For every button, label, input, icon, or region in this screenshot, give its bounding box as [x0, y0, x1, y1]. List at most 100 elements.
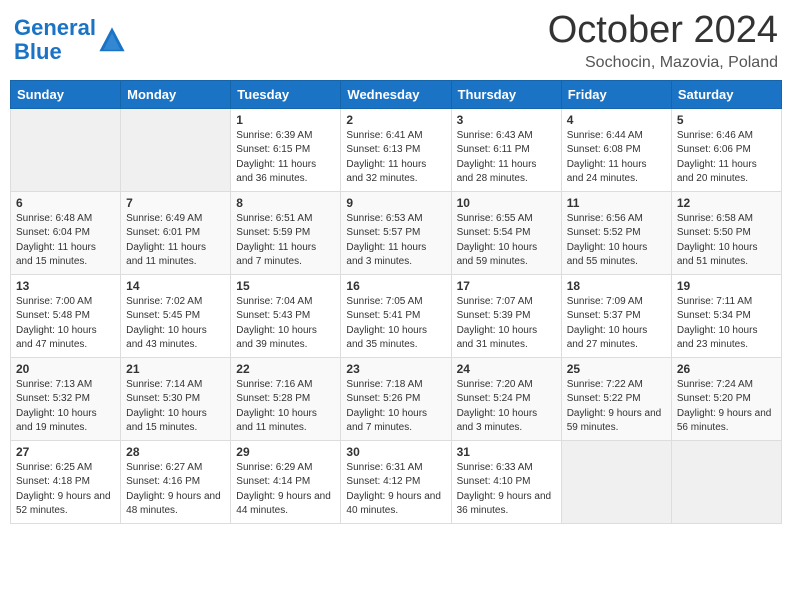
- calendar-cell: 12 Sunrise: 6:58 AMSunset: 5:50 PMDayligh…: [671, 191, 781, 274]
- day-number: 29: [236, 445, 335, 459]
- calendar-header-tuesday: Tuesday: [231, 80, 341, 108]
- calendar-cell: 20 Sunrise: 7:13 AMSunset: 5:32 PMDayligh…: [11, 357, 121, 440]
- day-info: Sunrise: 7:02 AMSunset: 5:45 PMDaylight:…: [126, 295, 225, 353]
- calendar-cell: 21Sunrise: 7:14 AMSunset: 5:30 PMDayligh…: [121, 357, 231, 440]
- calendar-cell: 23 Sunrise: 7:18 AMSunset: 5:26 PMDayligh…: [341, 357, 451, 440]
- calendar-cell: 19 Sunrise: 7:11 AMSunset: 5:34 PMDayligh…: [671, 274, 781, 357]
- day-number: 20: [16, 362, 115, 376]
- calendar-cell: 29 Sunrise: 6:29 AMSunset: 4:14 PMDayligh…: [231, 440, 341, 523]
- logo-text: GeneralBlue: [14, 16, 96, 64]
- day-info: Sunrise: 7:09 AMSunset: 5:37 PMDaylight:…: [567, 295, 666, 353]
- day-info: Sunrise: 6:43 AMSunset: 6:11 PMDaylight:…: [457, 129, 556, 187]
- day-info: Sunrise: 6:56 AMSunset: 5:52 PMDaylight:…: [567, 212, 666, 270]
- calendar-header-wednesday: Wednesday: [341, 80, 451, 108]
- day-info: Sunrise: 6:48 AMSunset: 6:04 PMDaylight:…: [16, 212, 115, 270]
- day-number: 14: [126, 279, 225, 293]
- calendar-week-row: 13Sunrise: 7:00 AMSunset: 5:48 PMDayligh…: [11, 274, 782, 357]
- calendar-cell: [121, 108, 231, 191]
- calendar-header-saturday: Saturday: [671, 80, 781, 108]
- day-info: Sunrise: 6:49 AMSunset: 6:01 PMDaylight:…: [126, 212, 225, 270]
- calendar-cell: 30Sunrise: 6:31 AMSunset: 4:12 PMDayligh…: [341, 440, 451, 523]
- day-info: Sunrise: 6:53 AMSunset: 5:57 PMDaylight:…: [346, 212, 445, 270]
- day-info: Sunrise: 6:27 AMSunset: 4:16 PMDaylight:…: [126, 461, 225, 519]
- calendar-cell: 8 Sunrise: 6:51 AMSunset: 5:59 PMDaylight…: [231, 191, 341, 274]
- calendar-header-thursday: Thursday: [451, 80, 561, 108]
- day-number: 6: [16, 196, 115, 210]
- day-info: Sunrise: 7:11 AMSunset: 5:34 PMDaylight:…: [677, 295, 776, 353]
- day-number: 17: [457, 279, 556, 293]
- calendar-cell: 26 Sunrise: 7:24 AMSunset: 5:20 PMDayligh…: [671, 357, 781, 440]
- title-block: October 2024 Sochocin, Mazovia, Poland: [548, 10, 778, 72]
- day-number: 7: [126, 196, 225, 210]
- day-number: 4: [567, 113, 666, 127]
- day-number: 19: [677, 279, 776, 293]
- day-number: 3: [457, 113, 556, 127]
- day-info: Sunrise: 6:39 AMSunset: 6:15 PMDaylight:…: [236, 129, 335, 187]
- day-number: 22: [236, 362, 335, 376]
- day-number: 8: [236, 196, 335, 210]
- calendar-cell: 28 Sunrise: 6:27 AMSunset: 4:16 PMDayligh…: [121, 440, 231, 523]
- day-number: 11: [567, 196, 666, 210]
- day-number: 5: [677, 113, 776, 127]
- calendar-cell: 22Sunrise: 7:16 AMSunset: 5:28 PMDayligh…: [231, 357, 341, 440]
- calendar-cell: [561, 440, 671, 523]
- day-number: 25: [567, 362, 666, 376]
- day-info: Sunrise: 6:58 AMSunset: 5:50 PMDaylight:…: [677, 212, 776, 270]
- calendar-cell: 16Sunrise: 7:05 AMSunset: 5:41 PMDayligh…: [341, 274, 451, 357]
- day-info: Sunrise: 7:20 AMSunset: 5:24 PMDaylight:…: [457, 378, 556, 436]
- calendar-cell: [11, 108, 121, 191]
- day-info: Sunrise: 7:24 AMSunset: 5:20 PMDaylight:…: [677, 378, 776, 436]
- calendar-header-sunday: Sunday: [11, 80, 121, 108]
- month-title: October 2024: [548, 10, 778, 52]
- calendar-cell: 11 Sunrise: 6:56 AMSunset: 5:52 PMDayligh…: [561, 191, 671, 274]
- calendar-cell: 4Sunrise: 6:44 AMSunset: 6:08 PMDaylight…: [561, 108, 671, 191]
- calendar-cell: [671, 440, 781, 523]
- calendar-cell: 18Sunrise: 7:09 AMSunset: 5:37 PMDayligh…: [561, 274, 671, 357]
- calendar-cell: 9Sunrise: 6:53 AMSunset: 5:57 PMDaylight…: [341, 191, 451, 274]
- day-number: 28: [126, 445, 225, 459]
- calendar-cell: 15Sunrise: 7:04 AMSunset: 5:43 PMDayligh…: [231, 274, 341, 357]
- day-number: 30: [346, 445, 445, 459]
- day-number: 16: [346, 279, 445, 293]
- calendar-cell: 2 Sunrise: 6:41 AMSunset: 6:13 PMDaylight…: [341, 108, 451, 191]
- day-info: Sunrise: 7:04 AMSunset: 5:43 PMDaylight:…: [236, 295, 335, 353]
- calendar-cell: 31 Sunrise: 6:33 AMSunset: 4:10 PMDayligh…: [451, 440, 561, 523]
- calendar-cell: 6 Sunrise: 6:48 AMSunset: 6:04 PMDaylight…: [11, 191, 121, 274]
- calendar-cell: 24 Sunrise: 7:20 AMSunset: 5:24 PMDayligh…: [451, 357, 561, 440]
- day-info: Sunrise: 6:46 AMSunset: 6:06 PMDaylight:…: [677, 129, 776, 187]
- calendar-table: SundayMondayTuesdayWednesdayThursdayFrid…: [10, 80, 782, 524]
- day-info: Sunrise: 6:41 AMSunset: 6:13 PMDaylight:…: [346, 129, 445, 187]
- calendar-header-friday: Friday: [561, 80, 671, 108]
- day-number: 26: [677, 362, 776, 376]
- calendar-cell: 25 Sunrise: 7:22 AMSunset: 5:22 PMDayligh…: [561, 357, 671, 440]
- calendar-cell: 17Sunrise: 7:07 AMSunset: 5:39 PMDayligh…: [451, 274, 561, 357]
- calendar-cell: 10 Sunrise: 6:55 AMSunset: 5:54 PMDayligh…: [451, 191, 561, 274]
- logo-icon: [98, 26, 126, 54]
- day-info: Sunrise: 6:51 AMSunset: 5:59 PMDaylight:…: [236, 212, 335, 270]
- calendar-cell: 14 Sunrise: 7:02 AMSunset: 5:45 PMDayligh…: [121, 274, 231, 357]
- day-number: 10: [457, 196, 556, 210]
- day-number: 23: [346, 362, 445, 376]
- day-number: 12: [677, 196, 776, 210]
- day-number: 31: [457, 445, 556, 459]
- day-info: Sunrise: 6:33 AMSunset: 4:10 PMDaylight:…: [457, 461, 556, 519]
- day-number: 13: [16, 279, 115, 293]
- page-header: GeneralBlue October 2024 Sochocin, Mazov…: [10, 10, 782, 72]
- calendar-cell: 27Sunrise: 6:25 AMSunset: 4:18 PMDayligh…: [11, 440, 121, 523]
- location: Sochocin, Mazovia, Poland: [548, 54, 778, 72]
- day-number: 2: [346, 113, 445, 127]
- day-info: Sunrise: 6:25 AMSunset: 4:18 PMDaylight:…: [16, 461, 115, 519]
- calendar-week-row: 27Sunrise: 6:25 AMSunset: 4:18 PMDayligh…: [11, 440, 782, 523]
- day-info: Sunrise: 7:22 AMSunset: 5:22 PMDaylight:…: [567, 378, 666, 436]
- day-number: 1: [236, 113, 335, 127]
- calendar-cell: 3 Sunrise: 6:43 AMSunset: 6:11 PMDaylight…: [451, 108, 561, 191]
- day-info: Sunrise: 6:29 AMSunset: 4:14 PMDaylight:…: [236, 461, 335, 519]
- calendar-cell: 1 Sunrise: 6:39 AMSunset: 6:15 PMDaylight…: [231, 108, 341, 191]
- calendar-cell: 13Sunrise: 7:00 AMSunset: 5:48 PMDayligh…: [11, 274, 121, 357]
- day-info: Sunrise: 7:18 AMSunset: 5:26 PMDaylight:…: [346, 378, 445, 436]
- day-info: Sunrise: 7:13 AMSunset: 5:32 PMDaylight:…: [16, 378, 115, 436]
- calendar-header-row: SundayMondayTuesdayWednesdayThursdayFrid…: [11, 80, 782, 108]
- calendar-week-row: 1 Sunrise: 6:39 AMSunset: 6:15 PMDaylight…: [11, 108, 782, 191]
- day-number: 24: [457, 362, 556, 376]
- day-info: Sunrise: 6:55 AMSunset: 5:54 PMDaylight:…: [457, 212, 556, 270]
